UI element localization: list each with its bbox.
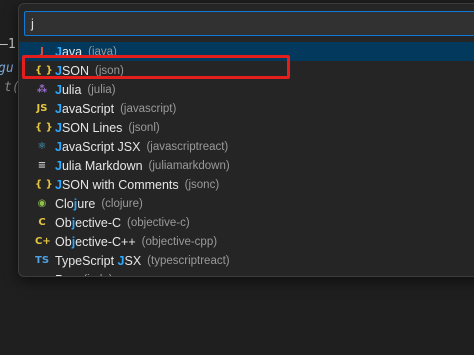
language-list-item[interactable]: ⚛ JavaScript JSX (javascriptreact) [19, 137, 474, 156]
javascript-icon: JS [36, 103, 48, 114]
language-list: J Java (java){ } JSON (json) ⁂ Julia (julia) JS J… [19, 42, 474, 277]
language-search-input[interactable]: j [24, 11, 474, 36]
language-name: JavaScript JSX [55, 139, 141, 154]
match-highlight: J [55, 158, 62, 173]
match-highlight: J [55, 82, 62, 97]
match-highlight: J [55, 101, 62, 116]
language-list-item[interactable]: C+ Objective-C++ (objective-cpp) [19, 232, 474, 251]
language-id: (objective-cpp) [141, 235, 218, 248]
language-list-item[interactable]: ⁂ Julia (julia) [19, 80, 474, 99]
markdown-icon: ≡ [37, 160, 47, 171]
match-highlight: j [71, 215, 76, 230]
language-id: (json) [95, 64, 124, 77]
clojure-icon: ◉ [37, 198, 47, 209]
objective-cpp-icon: C+ [35, 236, 51, 247]
language-list-item[interactable]: C Objective-C (objective-c) [19, 213, 474, 232]
json-comments-icon: { } [35, 179, 53, 190]
language-name: TypeScript JSX [55, 253, 142, 268]
match-highlight: j [73, 196, 78, 211]
language-id: (objective-c) [127, 216, 190, 229]
language-id: (java) [88, 45, 117, 58]
language-name: JSON Lines [55, 120, 123, 135]
language-name: Pug [55, 273, 77, 277]
language-id: (jsonc) [184, 178, 220, 191]
language-id: (jade) [83, 274, 112, 277]
language-list-item[interactable]: JS JavaScript (javascript) [19, 99, 474, 118]
language-list-item[interactable]: { } JSON Lines (jsonl) [19, 118, 474, 137]
language-id: (julia) [87, 83, 116, 96]
language-id: (juliamarkdown) [148, 159, 230, 172]
java-icon: J [40, 46, 44, 57]
editor-text-fragment: –1 [0, 37, 16, 52]
language-list-item[interactable]: ◉ Clojure (clojure) [19, 194, 474, 213]
language-mode-quick-pick: j J Java (java){ } JSON (json) ⁂ Julia (julia) J… [18, 3, 474, 277]
match-highlight: J [55, 177, 62, 192]
julia-icon: ⁂ [36, 84, 48, 95]
language-list-item[interactable]: ≡ Julia Markdown (juliamarkdown) [19, 156, 474, 175]
objective-c-icon: C [38, 217, 46, 228]
typescript-icon: TS [35, 255, 50, 266]
language-name: JSON [55, 63, 90, 78]
language-name: Objective-C [55, 215, 122, 230]
language-list-item[interactable]: TS TypeScript JSX (typescriptreact) [19, 251, 474, 270]
language-list-item[interactable]: { } JSON (json) [19, 61, 474, 80]
json-lines-icon: { } [35, 122, 53, 133]
language-id: (javascript) [120, 102, 177, 115]
match-highlight: J [55, 63, 62, 78]
language-name: Java [55, 44, 83, 59]
language-list-item[interactable]: J Java (java) [19, 42, 474, 61]
editor-text-fragment: gu [0, 61, 14, 76]
match-highlight: J [55, 120, 62, 135]
language-id: (typescriptreact) [147, 254, 230, 267]
language-name: Objective-C++ [55, 234, 136, 249]
language-id: (javascriptreact) [146, 140, 229, 153]
language-list-item[interactable]: { } JSON with Comments (jsonc) [19, 175, 474, 194]
language-id: (jsonl) [128, 121, 160, 134]
language-name: Clojure [55, 196, 96, 211]
language-name: JSON with Comments [55, 177, 179, 192]
language-name: Julia [55, 82, 82, 97]
language-name: Julia Markdown [55, 158, 143, 173]
match-highlight: j [71, 234, 76, 249]
match-highlight: J [55, 44, 62, 59]
json-icon: { } [35, 65, 53, 76]
language-name: JavaScript [55, 101, 115, 116]
react-icon: ⚛ [37, 141, 47, 152]
language-id: (clojure) [101, 197, 143, 210]
pug-icon: ▲ [35, 274, 49, 276]
language-list-item[interactable]: ▲ Pug (jade) [19, 270, 474, 277]
match-highlight: J [55, 139, 62, 154]
match-highlight: J [117, 253, 125, 268]
